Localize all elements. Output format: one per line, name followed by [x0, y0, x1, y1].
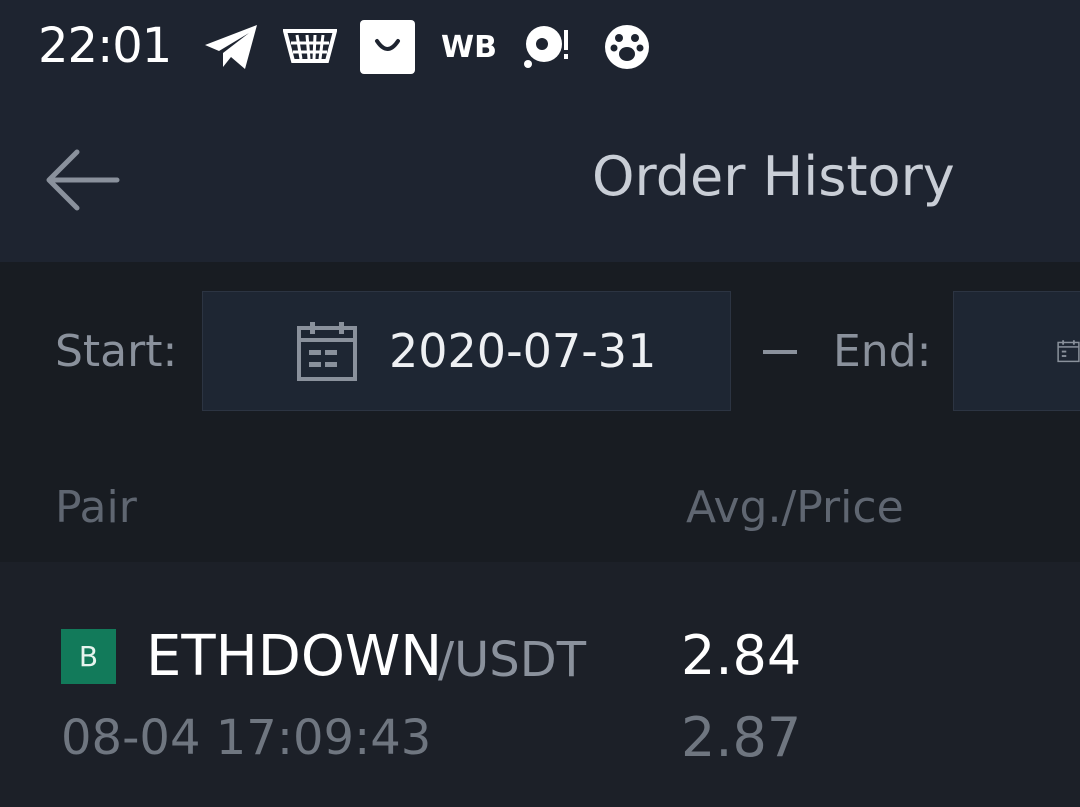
- buy-badge: B: [61, 629, 116, 684]
- shopping-bag-icon: [359, 20, 416, 74]
- filter-area: Start: 2020-07-31 End: Pair Avg./Price: [0, 262, 1080, 562]
- arrow-left-icon: [46, 149, 120, 211]
- status-time: 22:01: [38, 18, 172, 74]
- column-header-avg-price: Avg./Price: [686, 482, 904, 533]
- pair-quote: /USDT: [438, 632, 587, 688]
- start-label: Start:: [55, 326, 178, 377]
- range-dash: [763, 350, 797, 354]
- order-avg: 2.84: [681, 624, 802, 687]
- end-label: End:: [833, 326, 932, 377]
- start-date-picker[interactable]: 2020-07-31: [202, 291, 731, 411]
- calendar-icon: [297, 322, 357, 381]
- telegram-icon: [202, 20, 260, 74]
- order-row[interactable]: B ETHDOWN /USDT 08-04 17:09:43 2.84 2.87: [0, 562, 1080, 807]
- nav-bar: Order History: [0, 95, 1080, 262]
- paw-icon: [603, 20, 651, 74]
- order-price: 2.87: [681, 706, 802, 769]
- back-button[interactable]: [38, 135, 128, 225]
- basket-icon: [283, 20, 337, 74]
- column-header-pair: Pair: [55, 482, 137, 533]
- wb-icon: WB: [438, 20, 500, 74]
- status-bar: 22:01 WB: [0, 0, 1080, 95]
- pair-base: ETHDOWN: [146, 624, 443, 689]
- wb-label: WB: [441, 29, 497, 65]
- end-date-picker[interactable]: [953, 291, 1080, 411]
- page-title: Order History: [592, 145, 955, 208]
- chat-bubble-icon: [520, 20, 576, 74]
- start-date-value: 2020-07-31: [389, 324, 657, 378]
- order-time: 08-04 17:09:43: [61, 710, 432, 766]
- calendar-icon: [1057, 340, 1080, 363]
